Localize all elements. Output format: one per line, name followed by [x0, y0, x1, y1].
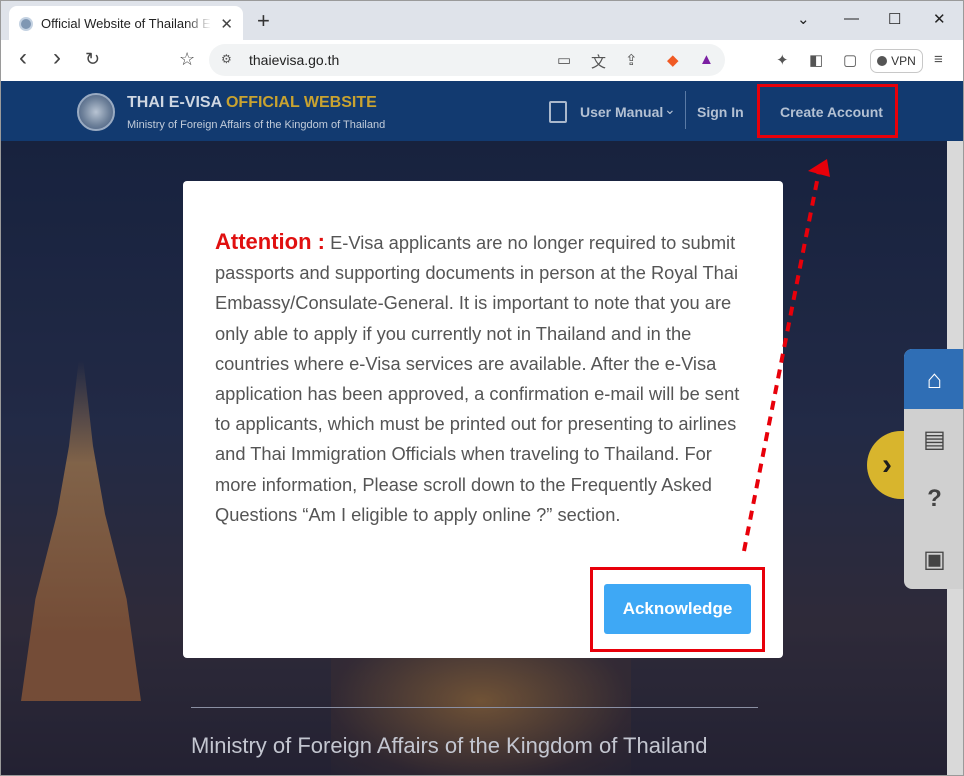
footer-divider — [191, 707, 758, 708]
user-manual-side-icon[interactable]: ▤ — [904, 409, 963, 469]
attention-body: E-Visa applicants are no longer required… — [215, 232, 740, 525]
site-favicon-icon — [19, 16, 33, 31]
tab-title: Official Website of Thailand Electronic … — [41, 16, 211, 31]
close-window-button[interactable]: ✕ — [933, 10, 946, 28]
share-icon[interactable]: ⇪ — [625, 51, 638, 69]
menu-icon[interactable]: ≡ — [934, 51, 943, 68]
browser-toolbar: ‹ › ↻ ☆ ⚙ thaievisa.go.th ▭ 文 ⇪ ◆ ▲ ✦ ◧ … — [0, 40, 964, 81]
web-page: THAI E-VISA OFFICIAL WEBSITE Ministry of… — [0, 81, 964, 776]
site-settings-icon[interactable]: ⚙ — [221, 52, 232, 66]
user-manual-icon[interactable] — [549, 101, 567, 123]
tab-search-icon[interactable]: ⌄ — [797, 10, 810, 28]
forward-button[interactable]: › — [53, 44, 61, 72]
faq-icon[interactable]: ? — [904, 469, 963, 529]
minimize-button[interactable]: — — [844, 10, 859, 27]
browser-tab[interactable]: Official Website of Thailand Electronic … — [9, 6, 243, 41]
vpn-status-icon — [877, 56, 888, 66]
create-account-highlight-box — [757, 84, 898, 138]
brand-title-accent: OFFICIAL WEBSITE — [225, 94, 377, 111]
bookmark-icon[interactable]: ☆ — [179, 49, 195, 70]
extensions-icon[interactable]: ✦ — [776, 51, 789, 69]
wallet-icon[interactable]: ▢ — [843, 51, 857, 69]
address-bar[interactable]: ⚙ thaievisa.go.th ▭ 文 ⇪ ◆ ▲ — [209, 44, 725, 76]
reload-button[interactable]: ↻ — [85, 49, 100, 70]
brave-rewards-icon[interactable]: ▲ — [699, 51, 714, 68]
install-app-icon[interactable]: ▭ — [557, 51, 571, 69]
ministry-seal-logo[interactable] — [77, 93, 115, 131]
home-icon[interactable]: ⌂ — [904, 349, 963, 409]
nav-divider — [685, 91, 686, 129]
translate-icon[interactable]: 文 — [591, 51, 606, 72]
footer-ministry-title: Ministry of Foreign Affairs of the Kingd… — [191, 733, 708, 758]
brave-shield-icon[interactable]: ◆ — [667, 51, 679, 69]
chevron-down-icon[interactable]: ⌄ — [664, 101, 676, 118]
site-header: THAI E-VISA OFFICIAL WEBSITE Ministry of… — [1, 81, 963, 141]
brand-title-main: THAI E-VISA — [127, 94, 222, 111]
back-button[interactable]: ‹ — [19, 44, 27, 72]
attention-label: Attention : — [215, 229, 325, 254]
sidebar-icon[interactable]: ◧ — [809, 51, 823, 69]
passport-icon[interactable]: ▣ — [904, 529, 963, 589]
attention-message: Attention : E-Visa applicants are no lon… — [215, 227, 755, 530]
tab-close-icon[interactable]: ✕ — [220, 15, 233, 33]
side-quick-panel: ⌂ ▤ ? ▣ — [904, 349, 963, 589]
site-brand-subtitle: Ministry of Foreign Affairs of the Kingd… — [127, 119, 386, 131]
sign-in-link[interactable]: Sign In — [697, 104, 744, 120]
browser-tab-bar: Official Website of Thailand Electronic … — [0, 0, 964, 41]
user-manual-link[interactable]: User Manual — [580, 104, 663, 120]
url-text[interactable]: thaievisa.go.th — [249, 52, 339, 68]
maximize-button[interactable]: ☐ — [888, 10, 901, 28]
new-tab-button[interactable]: + — [257, 8, 270, 34]
vpn-button[interactable]: VPN — [870, 49, 923, 73]
vpn-label: VPN — [891, 54, 916, 68]
acknowledge-highlight-box — [590, 567, 765, 652]
site-brand-title[interactable]: THAI E-VISA OFFICIAL WEBSITE — [127, 94, 377, 112]
